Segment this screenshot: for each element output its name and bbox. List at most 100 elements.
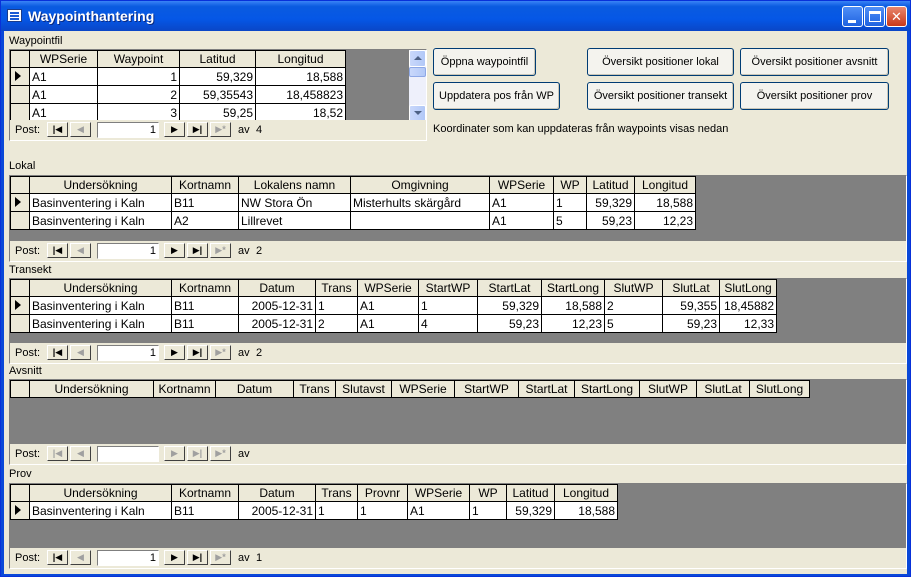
maximize-button[interactable]: [864, 6, 885, 27]
last-record-button[interactable]: ▶|: [187, 550, 208, 565]
column-header-undersokning[interactable]: Undersökning: [29, 380, 154, 398]
column-header-provnr[interactable]: Provnr: [357, 484, 408, 502]
new-record-button[interactable]: ▶*: [210, 446, 231, 461]
cell-wp[interactable]: 5: [553, 211, 587, 230]
table-row[interactable]: A1 2 59,35543 18,458823: [10, 85, 351, 104]
column-header-datum[interactable]: Datum: [215, 380, 294, 398]
column-header-longitud[interactable]: Longitud: [634, 176, 696, 194]
last-record-button[interactable]: ▶|: [187, 122, 208, 137]
column-header-trans[interactable]: Trans: [315, 279, 358, 297]
cell-waypoint[interactable]: 3: [97, 103, 180, 122]
column-header-latitud[interactable]: Latitud: [179, 50, 256, 68]
cell-lokalens-namn[interactable]: NW Stora Ön: [238, 193, 351, 212]
column-header-trans[interactable]: Trans: [293, 380, 336, 398]
next-record-button[interactable]: ▶: [164, 345, 185, 360]
cell-wpserie[interactable]: A1: [29, 85, 98, 104]
cell-undersokning[interactable]: Basinventering i Kaln: [29, 211, 172, 230]
column-header-wpserie[interactable]: WPSerie: [407, 484, 470, 502]
record-number-input[interactable]: [97, 446, 159, 462]
previous-record-button[interactable]: ◀: [70, 550, 91, 565]
header-row-selector[interactable]: [10, 50, 30, 68]
column-header-datum[interactable]: Datum: [238, 279, 316, 297]
column-header-slutlong[interactable]: SlutLong: [719, 279, 777, 297]
table-row[interactable]: A1 3 59,25 18,52: [10, 103, 351, 122]
cell-undersokning[interactable]: Basinventering i Kaln: [29, 501, 172, 520]
column-header-omgivning[interactable]: Omgivning: [350, 176, 490, 194]
cell-slutlat[interactable]: 59,23: [662, 314, 720, 333]
waypointfil-scrollbar[interactable]: [409, 50, 426, 122]
column-header-latitud[interactable]: Latitud: [586, 176, 635, 194]
cell-startwp[interactable]: 4: [418, 314, 478, 333]
cell-wpserie[interactable]: A1: [29, 67, 98, 86]
column-header-slutlat[interactable]: SlutLat: [696, 380, 750, 398]
next-record-button[interactable]: ▶: [164, 243, 185, 258]
next-record-button[interactable]: ▶: [164, 550, 185, 565]
column-header-startwp[interactable]: StartWP: [454, 380, 519, 398]
column-header-kortnamn[interactable]: Kortnamn: [171, 279, 239, 297]
record-selector[interactable]: [10, 67, 30, 86]
cell-latitud[interactable]: 59,25: [179, 103, 256, 122]
column-header-slutwp[interactable]: SlutWP: [639, 380, 697, 398]
cell-startlat[interactable]: 59,23: [477, 314, 542, 333]
cell-slutwp[interactable]: 2: [604, 296, 663, 315]
cell-slutlong[interactable]: 18,45882: [719, 296, 777, 315]
header-row-selector[interactable]: [10, 279, 30, 297]
table-row[interactable]: A1 1 59,329 18,588: [10, 67, 351, 86]
cell-latitud[interactable]: 59,23: [586, 211, 635, 230]
column-header-startwp[interactable]: StartWP: [418, 279, 478, 297]
column-header-lokalens-namn[interactable]: Lokalens namn: [238, 176, 351, 194]
column-header-latitud[interactable]: Latitud: [506, 484, 555, 502]
table-row[interactable]: Basinventering i Kaln A2 Lillrevet A1 5 59,23…: [10, 211, 696, 230]
column-header-trans[interactable]: Trans: [315, 484, 358, 502]
cell-wpserie[interactable]: A1: [407, 501, 470, 520]
cell-wpserie[interactable]: A1: [489, 193, 554, 212]
column-header-waypoint[interactable]: Waypoint: [97, 50, 180, 68]
previous-record-button[interactable]: ◀: [70, 122, 91, 137]
cell-trans[interactable]: 1: [315, 501, 358, 520]
first-record-button[interactable]: |◀: [47, 122, 68, 137]
cell-slutlong[interactable]: 12,33: [719, 314, 777, 333]
column-header-undersokning[interactable]: Undersökning: [29, 279, 172, 297]
column-header-slutlat[interactable]: SlutLat: [662, 279, 720, 297]
cell-waypoint[interactable]: 1: [97, 67, 180, 86]
cell-longitud[interactable]: 18,52: [255, 103, 346, 122]
cell-wp[interactable]: 1: [553, 193, 587, 212]
scroll-up-button[interactable]: [409, 50, 426, 67]
cell-latitud[interactable]: 59,329: [179, 67, 256, 86]
cell-kortnamn[interactable]: B11: [171, 296, 239, 315]
cell-latitud[interactable]: 59,35543: [179, 85, 256, 104]
record-number-input[interactable]: 1: [97, 345, 159, 361]
cell-startlong[interactable]: 18,588: [541, 296, 605, 315]
next-record-button[interactable]: ▶: [164, 446, 185, 461]
header-row-selector[interactable]: [10, 380, 30, 398]
cell-trans[interactable]: 2: [315, 314, 358, 333]
cell-undersokning[interactable]: Basinventering i Kaln: [29, 193, 172, 212]
header-row-selector[interactable]: [10, 176, 30, 194]
cell-wpserie[interactable]: A1: [357, 314, 419, 333]
header-row-selector[interactable]: [10, 484, 30, 502]
cell-slutlat[interactable]: 59,355: [662, 296, 720, 315]
record-selector[interactable]: [10, 193, 30, 212]
overview-transect-button[interactable]: Översikt positioner transekt: [587, 82, 734, 110]
previous-record-button[interactable]: ◀: [70, 446, 91, 461]
column-header-undersokning[interactable]: Undersökning: [29, 484, 172, 502]
cell-longitud[interactable]: 18,458823: [255, 85, 346, 104]
cell-wpserie[interactable]: A1: [29, 103, 98, 122]
column-header-startlat[interactable]: StartLat: [477, 279, 542, 297]
cell-longitud[interactable]: 18,588: [255, 67, 346, 86]
record-number-input[interactable]: 1: [97, 550, 159, 566]
last-record-button[interactable]: ▶|: [187, 446, 208, 461]
cell-trans[interactable]: 1: [315, 296, 358, 315]
cell-wp[interactable]: 1: [469, 501, 507, 520]
new-record-button[interactable]: ▶*: [210, 550, 231, 565]
cell-longitud[interactable]: 18,588: [554, 501, 618, 520]
cell-undersokning[interactable]: Basinventering i Kaln: [29, 314, 172, 333]
column-header-wp[interactable]: WP: [469, 484, 507, 502]
column-header-slutavst[interactable]: Slutavst: [335, 380, 392, 398]
column-header-startlat[interactable]: StartLat: [518, 380, 575, 398]
record-selector[interactable]: [10, 103, 30, 122]
table-row[interactable]: Basinventering i Kaln B11 2005-12-31 1 A1 1 59…: [10, 296, 777, 315]
overview-local-button[interactable]: Översikt positioner lokal: [587, 48, 734, 76]
overview-sample-button[interactable]: Översikt positioner prov: [740, 82, 889, 110]
cell-datum[interactable]: 2005-12-31: [238, 296, 316, 315]
